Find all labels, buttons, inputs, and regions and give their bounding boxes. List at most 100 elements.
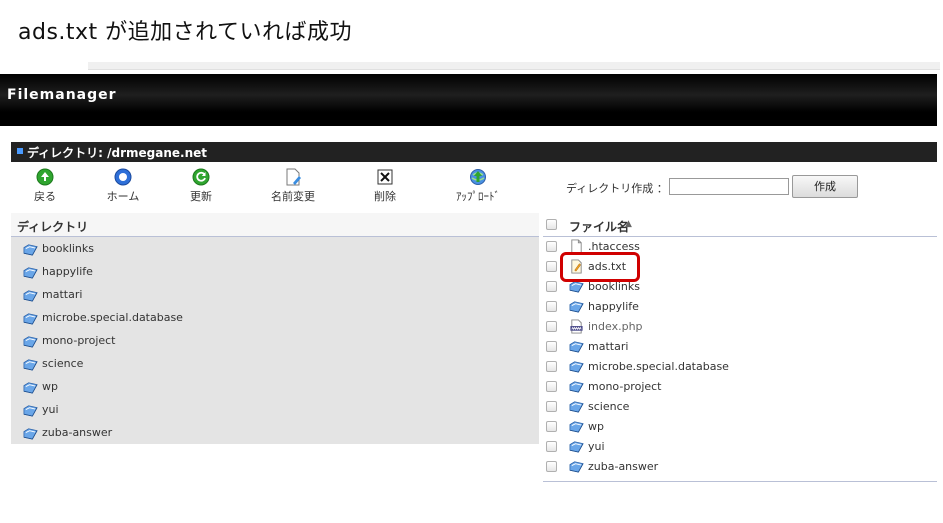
rename-button[interactable]: 名前変更 [258, 168, 328, 204]
file-row[interactable]: microbe.special.database [543, 357, 937, 377]
filename-column-header[interactable]: ファイル名 [569, 218, 629, 235]
home-label: ホーム [106, 190, 140, 203]
folder-icon [569, 399, 584, 414]
home-icon [114, 168, 132, 186]
file-checkbox[interactable] [546, 341, 557, 352]
square-icon [17, 148, 23, 154]
directory-item-label: mono-project [42, 334, 116, 347]
refresh-label: 更新 [190, 190, 212, 203]
file-name[interactable]: wp [588, 420, 604, 433]
file-row[interactable]: science [543, 397, 937, 417]
upload-button[interactable]: ｱｯﾌﾟﾛｰﾄﾞ [443, 168, 513, 204]
file-checkbox[interactable] [546, 381, 557, 392]
directory-item[interactable]: wp [11, 377, 539, 400]
directory-item[interactable]: zuba-answer [11, 423, 539, 446]
folder-icon [569, 339, 584, 354]
directory-item[interactable]: booklinks [11, 239, 539, 262]
directory-item[interactable]: science [11, 354, 539, 377]
directory-item[interactable]: mattari [11, 285, 539, 308]
directory-panel-header: ディレクトリ [11, 213, 539, 237]
file-checkbox[interactable] [546, 281, 557, 292]
directory-item[interactable]: microbe.special.database [11, 308, 539, 331]
folder-icon [23, 403, 38, 418]
file-panel-header: ファイル名 ▲ [543, 213, 937, 237]
file-checkbox[interactable] [546, 321, 557, 332]
file-name[interactable]: microbe.special.database [588, 360, 729, 373]
file-name[interactable]: mono-project [588, 380, 662, 393]
delete-icon [377, 169, 393, 185]
back-icon [36, 168, 54, 186]
file-checkbox[interactable] [546, 361, 557, 372]
file-row[interactable]: happylife [543, 297, 937, 317]
file-name[interactable]: yui [588, 440, 605, 453]
sort-asc-icon[interactable]: ▲ [625, 219, 632, 229]
current-directory-label: ディレクトリ: /drmegane.net [27, 146, 208, 160]
folder-icon [23, 334, 38, 349]
directory-panel: ディレクトリ booklinks happylife mattari microbe.… [11, 213, 539, 444]
back-button[interactable]: 戻る [10, 168, 80, 204]
rename-icon [286, 168, 301, 186]
file-name[interactable]: science [588, 400, 629, 413]
folder-icon [23, 357, 38, 372]
directory-item[interactable]: yui [11, 400, 539, 423]
folder-icon [23, 380, 38, 395]
caption-text: ads.txt が追加されていれば成功 [18, 20, 353, 45]
select-all-checkbox[interactable] [546, 219, 557, 230]
file-row[interactable]: zuba-answer [543, 457, 937, 477]
directory-item-label: zuba-answer [42, 426, 113, 439]
upload-icon [470, 169, 486, 185]
directory-item[interactable]: mono-project [11, 331, 539, 354]
directory-item-label: microbe.special.database [42, 311, 183, 324]
delete-button[interactable]: 削除 [350, 168, 420, 204]
folder-icon [23, 265, 38, 280]
folder-icon [23, 288, 38, 303]
file-name[interactable]: happylife [588, 300, 639, 313]
file-checkbox[interactable] [546, 241, 557, 252]
refresh-button[interactable]: 更新 [166, 168, 236, 204]
file-row[interactable]: mono-project [543, 377, 937, 397]
file-row[interactable]: yui [543, 437, 937, 457]
folder-icon [569, 459, 584, 474]
delete-label: 削除 [374, 190, 396, 203]
directory-item-label: wp [42, 380, 58, 393]
directory-item-label: booklinks [42, 242, 94, 255]
file-checkbox[interactable] [546, 441, 557, 452]
folder-icon [569, 439, 584, 454]
folder-icon [569, 419, 584, 434]
mkdir-input[interactable] [669, 178, 789, 195]
folder-icon [569, 299, 584, 314]
folder-icon [569, 379, 584, 394]
directory-list: booklinks happylife mattari microbe.special… [11, 239, 539, 446]
mkdir-button[interactable]: 作成 [792, 175, 858, 198]
highlight-box [560, 252, 640, 282]
directory-item-label: happylife [42, 265, 93, 278]
app-title: Filemanager [7, 87, 117, 103]
file-row[interactable]: mattari [543, 337, 937, 357]
file-name[interactable]: zuba-answer [588, 460, 658, 473]
directory-item-label: mattari [42, 288, 83, 301]
upload-label: ｱｯﾌﾟﾛｰﾄﾞ [456, 190, 500, 203]
php-file-icon [569, 319, 584, 334]
directory-bar: ディレクトリ: /drmegane.net [11, 142, 937, 162]
file-row[interactable]: wp [543, 417, 937, 437]
file-name[interactable]: mattari [588, 340, 628, 353]
file-checkbox[interactable] [546, 261, 557, 272]
folder-icon [569, 359, 584, 374]
home-button[interactable]: ホーム [88, 168, 158, 204]
file-name[interactable]: index.php [588, 320, 643, 333]
folder-icon [23, 311, 38, 326]
file-checkbox[interactable] [546, 421, 557, 432]
mkdir-label: ディレクトリ作成 ： [566, 182, 668, 195]
file-checkbox[interactable] [546, 461, 557, 472]
folder-icon [23, 426, 38, 441]
browser-strip [88, 62, 940, 70]
directory-item[interactable]: happylife [11, 262, 539, 285]
refresh-icon [192, 168, 210, 186]
file-panel-divider [543, 481, 937, 482]
file-checkbox[interactable] [546, 401, 557, 412]
file-row[interactable]: index.php [543, 317, 937, 337]
app-header: Filemanager [0, 74, 937, 112]
directory-panel-title: ディレクトリ [17, 220, 89, 234]
header-underbar [0, 112, 937, 126]
file-checkbox[interactable] [546, 301, 557, 312]
